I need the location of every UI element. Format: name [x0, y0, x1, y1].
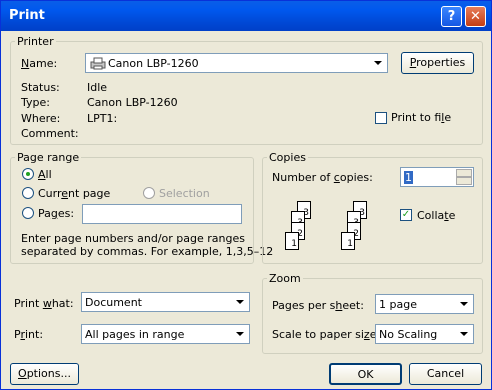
collate-label[interactable]: Collate	[417, 209, 455, 222]
selection-radio[interactable]	[143, 187, 155, 199]
chevron-down-icon[interactable]	[370, 55, 386, 71]
scale-to-paper-label: Scale to paper size:	[272, 328, 380, 341]
type-label: Type:	[21, 96, 50, 109]
where-value: LPT1:	[87, 112, 118, 125]
print-select[interactable]: All pages in range	[81, 324, 250, 344]
pages-label[interactable]: Pages:	[38, 207, 74, 220]
copies-legend: Copies	[269, 151, 306, 164]
ok-button[interactable]: OK	[329, 363, 402, 385]
page-range-legend: Page range	[17, 151, 80, 164]
print-to-file-checkbox[interactable]	[375, 112, 387, 124]
all-label[interactable]: All	[38, 168, 52, 181]
print-to-file-label[interactable]: Print to file	[391, 111, 451, 124]
pages-input[interactable]	[82, 204, 242, 224]
dialog-title: Print	[9, 8, 45, 23]
printer-legend: Printer	[17, 35, 54, 48]
printer-name-value: Canon LBP-1260	[108, 57, 199, 70]
print-what-select[interactable]: Document	[81, 292, 250, 312]
print-what-value: Document	[85, 296, 142, 309]
current-page-label[interactable]: Current page	[38, 187, 110, 200]
print-what-label: Print what:	[14, 297, 74, 310]
comment-label: Comment:	[21, 127, 79, 140]
current-page-radio[interactable]	[22, 187, 34, 199]
page-range-help-line2: separated by commas. For example, 1,3,5–…	[21, 245, 274, 258]
all-radio[interactable]	[22, 168, 34, 180]
spin-up-icon[interactable]	[456, 169, 472, 177]
collate-checkbox[interactable]: ✓	[400, 209, 412, 221]
print-dialog: Print ? ✕ Printer Name: Canon LBP-1260 P…	[0, 0, 492, 390]
close-button[interactable]: ✕	[465, 6, 486, 27]
properties-button[interactable]: Properties	[401, 52, 474, 74]
spin-down-icon[interactable]	[456, 177, 472, 185]
copies-value: 1	[404, 171, 413, 184]
printer-name-select[interactable]: Canon LBP-1260	[85, 53, 388, 73]
number-of-copies-label: Number of copies:	[272, 171, 373, 184]
print-label: Print:	[14, 328, 44, 341]
scale-to-paper-value: No Scaling	[379, 328, 438, 341]
pages-radio[interactable]	[22, 207, 34, 219]
status-label: Status:	[21, 81, 60, 94]
help-button[interactable]: ?	[441, 6, 462, 27]
page-range-help-line1: Enter page numbers and/or page ranges	[21, 232, 245, 245]
selection-label[interactable]: Selection	[159, 187, 210, 200]
chevron-down-icon[interactable]	[456, 296, 472, 312]
print-value: All pages in range	[85, 328, 185, 341]
page-1b-icon: 1	[341, 232, 355, 250]
title-bar[interactable]: Print ? ✕	[1, 1, 491, 31]
chevron-down-icon[interactable]	[232, 294, 248, 310]
printer-icon	[90, 57, 106, 70]
chevron-down-icon[interactable]	[232, 326, 248, 342]
pages-per-sheet-value: 1 page	[379, 298, 417, 311]
where-label: Where:	[21, 112, 61, 125]
type-value: Canon LBP-1260	[87, 96, 178, 109]
printer-name-label: Name:	[21, 57, 58, 70]
scale-to-paper-select[interactable]: No Scaling	[375, 324, 474, 344]
chevron-down-icon[interactable]	[456, 326, 472, 342]
zoom-legend: Zoom	[269, 272, 301, 285]
pages-per-sheet-label: Pages per sheet:	[272, 299, 364, 312]
page-1-icon: 1	[285, 232, 299, 250]
copies-spinner[interactable]: 1	[400, 167, 474, 187]
cancel-button[interactable]: Cancel	[409, 363, 482, 385]
options-button[interactable]: Options...	[10, 363, 79, 385]
status-value: Idle	[87, 81, 108, 94]
pages-per-sheet-select[interactable]: 1 page	[375, 294, 474, 314]
